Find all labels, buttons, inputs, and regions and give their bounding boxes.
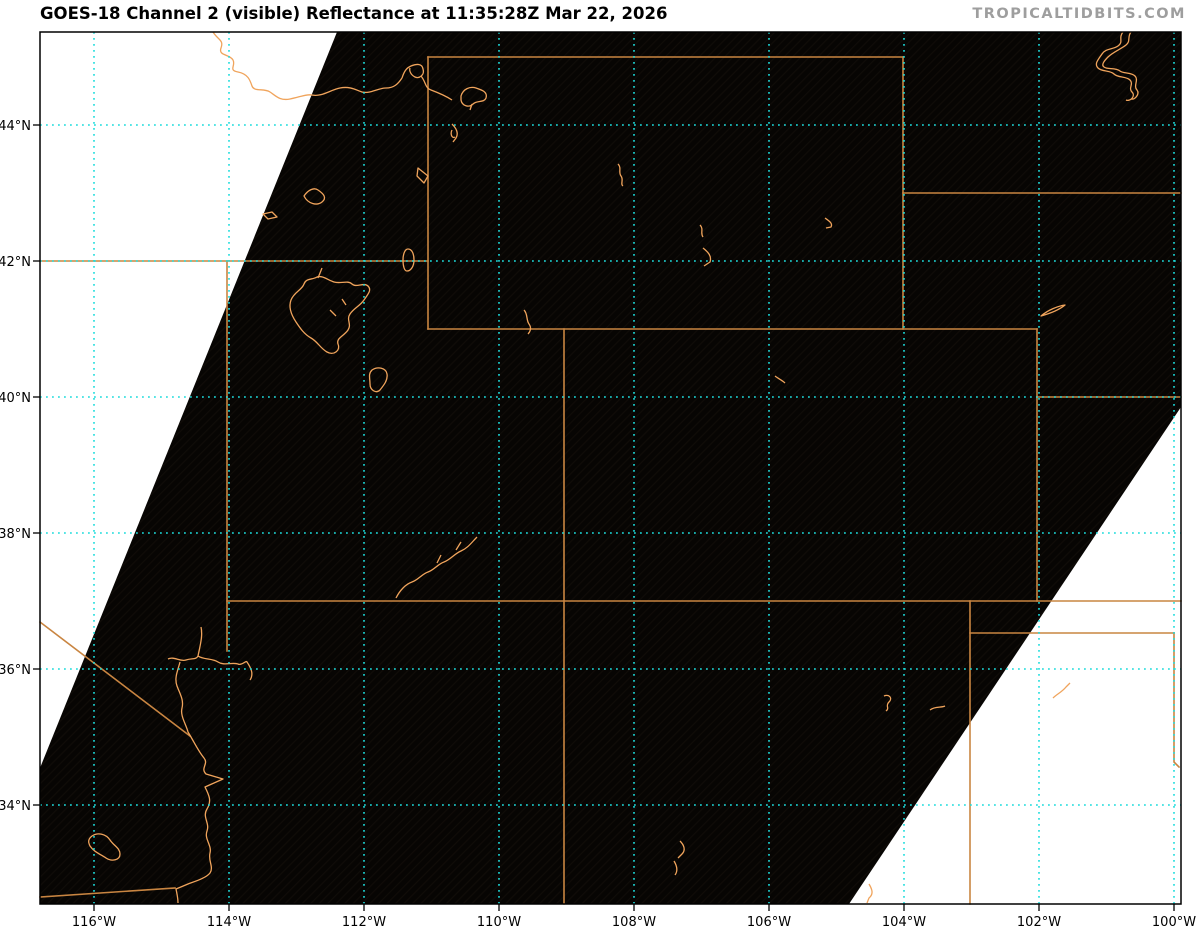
imagery-black-polygon	[40, 32, 1181, 904]
bottom-axis-ticks	[93, 904, 1175, 911]
lon-label: 112°W	[342, 915, 386, 929]
lake-meredith	[1052, 682, 1071, 699]
lat-label: 44°N	[0, 119, 31, 134]
lat-label: 40°N	[0, 391, 31, 406]
lon-label: 102°W	[1017, 915, 1061, 929]
lat-label: 38°N	[0, 527, 31, 542]
lon-label: 108°W	[612, 915, 656, 929]
lon-label: 106°W	[747, 915, 791, 929]
map-canvas: 44°N 42°N 40°N 38°N 36°N 34°N 116°W 114°…	[0, 31, 1196, 929]
satellite-data-region	[40, 32, 1181, 904]
pecos-river	[866, 883, 873, 904]
lon-label: 116°W	[72, 915, 116, 929]
lat-label: 36°N	[0, 663, 31, 678]
longitude-tick-labels: 116°W 114°W 112°W 110°W 108°W 106°W 104°…	[72, 915, 1196, 929]
latitude-tick-labels: 44°N 42°N 40°N 38°N 36°N 34°N	[0, 119, 31, 814]
left-axis-ticks	[33, 124, 40, 806]
lat-label: 34°N	[0, 799, 31, 814]
lon-label: 100°W	[1152, 915, 1196, 929]
lat-label: 42°N	[0, 255, 31, 270]
lon-label: 110°W	[477, 915, 521, 929]
satellite-map-figure: GOES-18 Channel 2 (visible) Reflectance …	[0, 0, 1200, 929]
lon-label: 104°W	[882, 915, 926, 929]
lon-label: 114°W	[207, 915, 251, 929]
